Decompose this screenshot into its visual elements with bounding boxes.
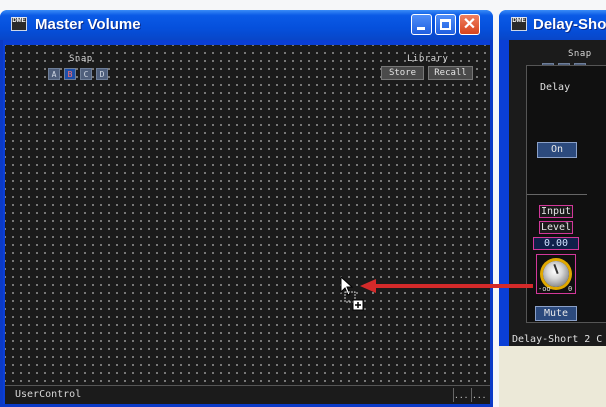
snap-button-b[interactable]: B bbox=[64, 68, 76, 80]
recall-button[interactable]: Recall bbox=[428, 66, 473, 80]
close-icon: ✕ bbox=[462, 16, 477, 33]
mute-button[interactable]: Mute bbox=[535, 306, 577, 321]
minimize-button[interactable] bbox=[411, 14, 432, 35]
store-button[interactable]: Store bbox=[381, 66, 424, 80]
status-segment: ... bbox=[453, 388, 468, 402]
delay-status-text: Delay-Short 2 C bbox=[512, 334, 603, 345]
maximize-icon bbox=[440, 19, 451, 30]
status-bar: UserControl ... ... bbox=[5, 385, 490, 404]
delay-label: Delay bbox=[540, 82, 571, 93]
level-label: Level bbox=[539, 221, 573, 234]
snap-label: Snap bbox=[69, 54, 93, 64]
status-text: UserControl bbox=[15, 389, 82, 400]
master-volume-titlebar[interactable]: DME Master Volume ✕ bbox=[0, 10, 493, 40]
window-title: Master Volume bbox=[35, 16, 141, 33]
dme-app-icon: DME bbox=[511, 17, 527, 31]
snap-button-a[interactable]: A bbox=[48, 68, 60, 80]
desktop: DME Master Volume ✕ Snap A B C D Library… bbox=[0, 0, 606, 407]
close-button[interactable]: ✕ bbox=[459, 14, 480, 35]
delay-panel: Delay On Input Level 0.00 -oo 0 Mute bbox=[526, 65, 606, 323]
panel-divider bbox=[527, 194, 587, 195]
library-label: Library bbox=[407, 54, 449, 64]
window-title: Delay-Sho bbox=[533, 16, 606, 33]
input-label: Input bbox=[539, 205, 573, 218]
snap-button-d[interactable]: D bbox=[96, 68, 108, 80]
level-knob-frame[interactable]: -oo 0 bbox=[536, 254, 576, 294]
level-knob[interactable] bbox=[543, 261, 569, 287]
window-background bbox=[499, 346, 606, 407]
delay-short-titlebar[interactable]: DME Delay-Sho bbox=[499, 10, 606, 40]
maximize-button[interactable] bbox=[435, 14, 456, 35]
knob-pointer bbox=[553, 263, 559, 275]
master-volume-window: DME Master Volume ✕ Snap A B C D Library… bbox=[0, 10, 493, 407]
minimize-icon bbox=[417, 27, 425, 30]
level-value-field[interactable]: 0.00 bbox=[533, 237, 579, 250]
snap-label: Snap bbox=[568, 49, 592, 59]
editor-canvas[interactable]: Snap A B C D Library Store Recall bbox=[5, 45, 490, 388]
drag-copy-icon bbox=[344, 291, 364, 311]
on-button[interactable]: On bbox=[537, 142, 577, 158]
knob-min-label: -oo bbox=[538, 285, 551, 293]
knob-max-label: 0 bbox=[568, 285, 573, 293]
status-segment: ... bbox=[471, 388, 486, 402]
dme-app-icon: DME bbox=[11, 17, 27, 31]
delay-short-window: DME Delay-Sho Snap A B C Delay On Input … bbox=[499, 10, 606, 407]
snap-button-c[interactable]: C bbox=[80, 68, 92, 80]
